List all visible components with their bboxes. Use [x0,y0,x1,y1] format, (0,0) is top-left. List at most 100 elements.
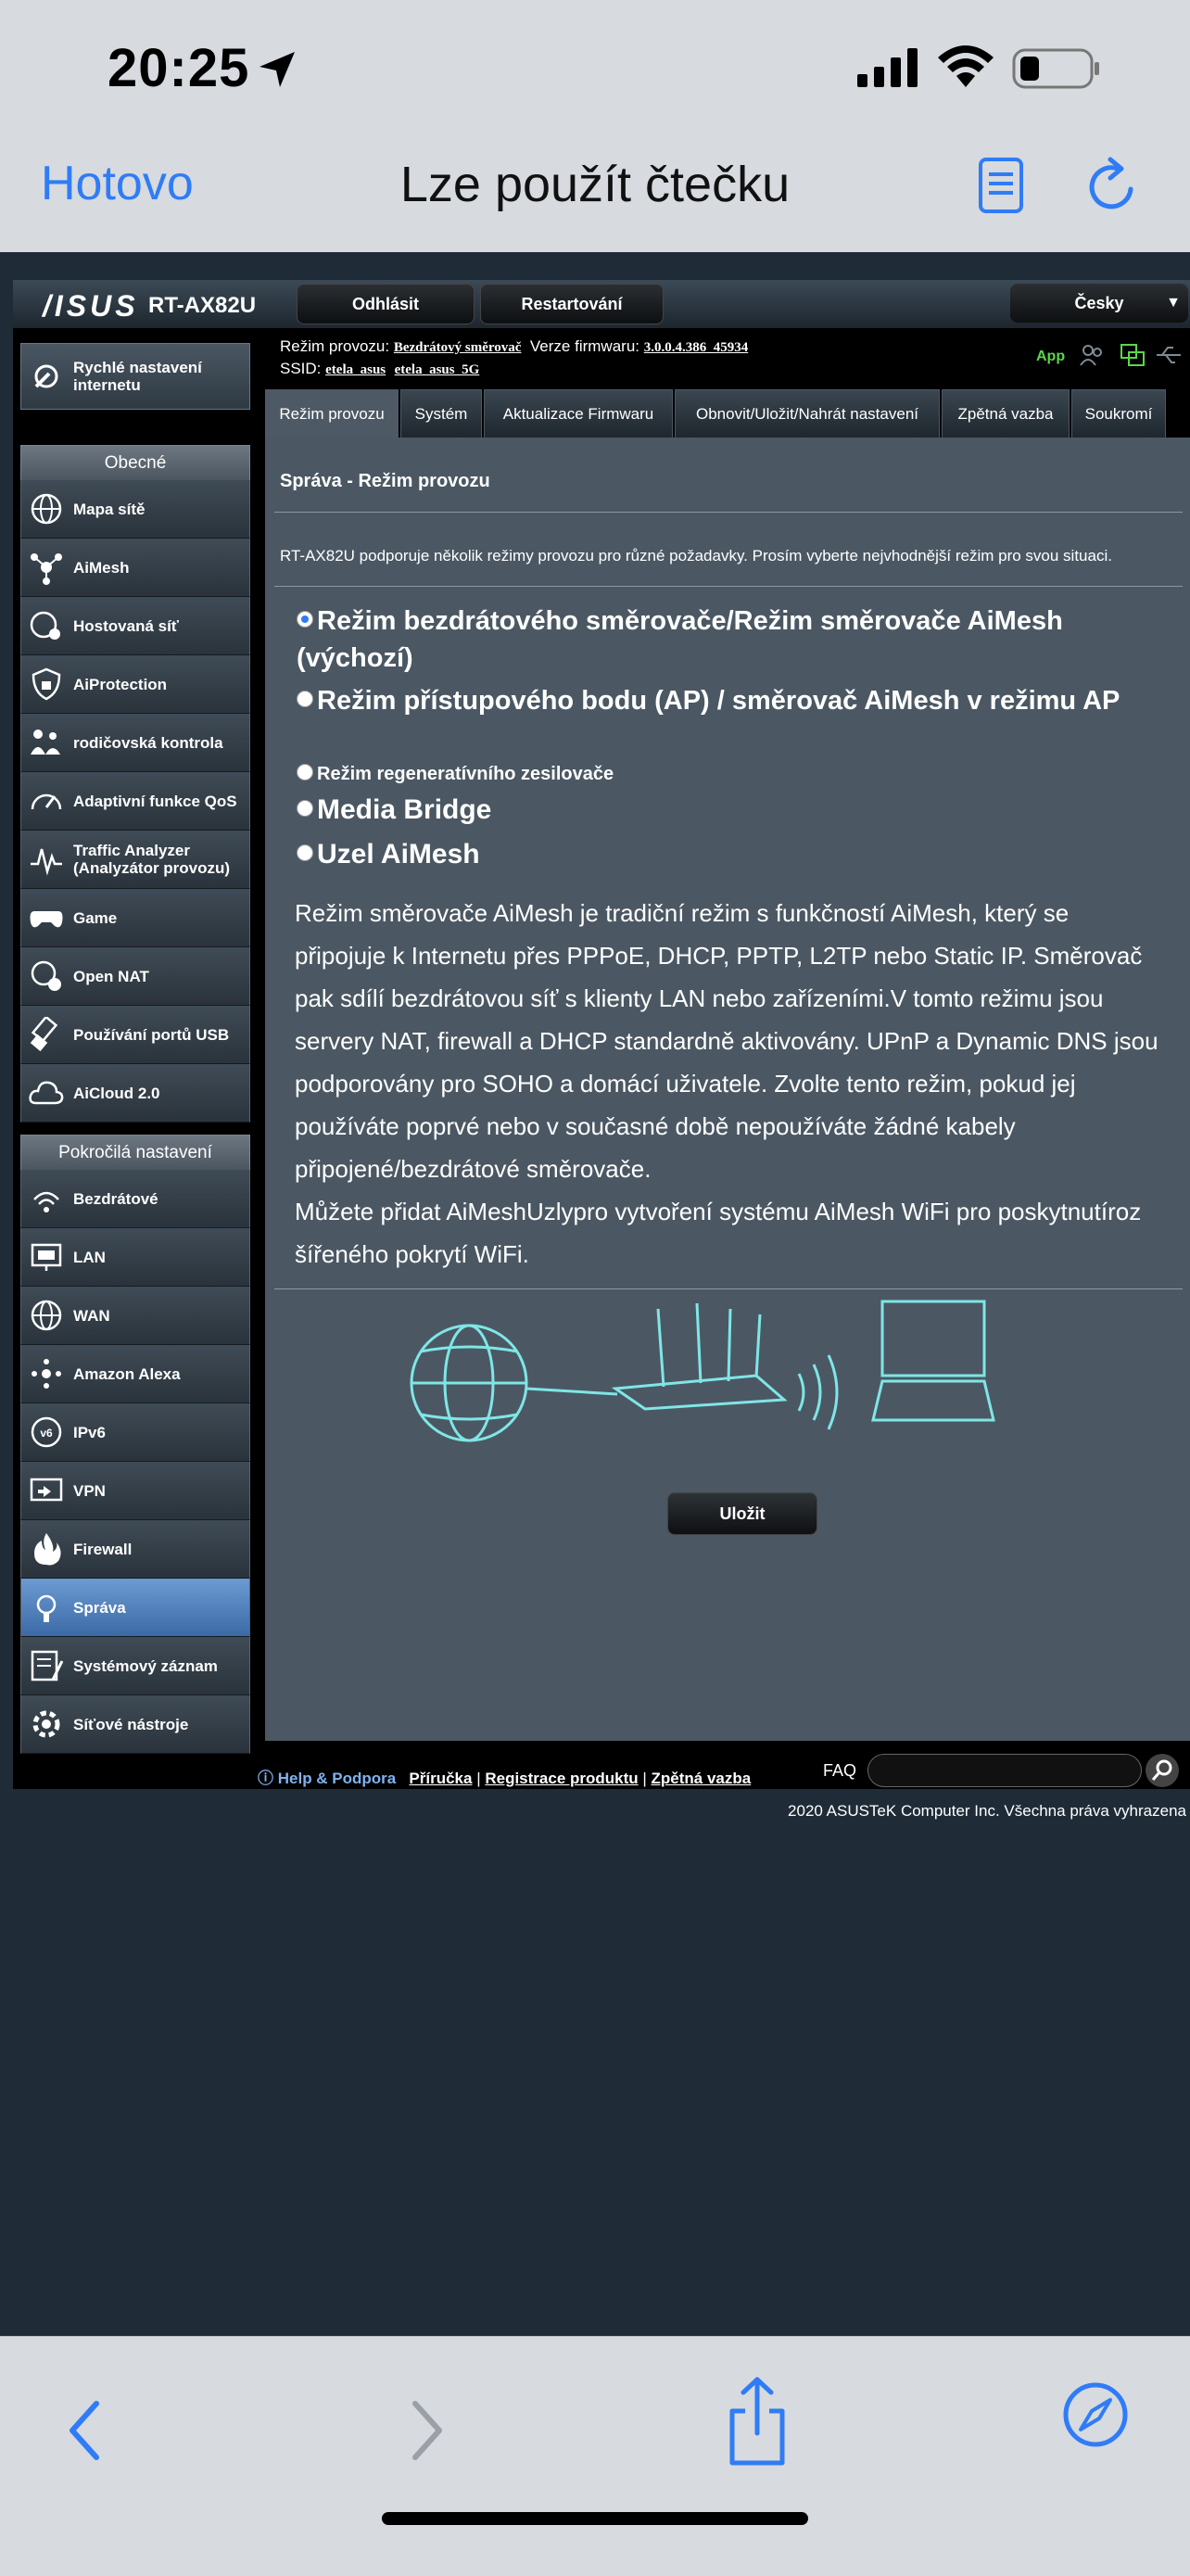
firmware-link[interactable]: 3.0.0.4.386_45934 [644,340,749,355]
reload-icon[interactable] [1084,154,1142,215]
radio-button[interactable] [297,691,313,708]
sidebar-item-parental-control[interactable]: rodičovská kontrola [20,714,250,772]
ssid-link-1[interactable]: etela_asus [325,362,386,377]
divider [274,586,1183,587]
sidebar-item-firewall[interactable]: Firewall [20,1520,250,1579]
sidebar-item-ipv6[interactable]: v6 IPv6 [20,1403,250,1462]
language-select[interactable]: Česky ▼ [1010,284,1188,323]
radio-button[interactable] [297,844,313,862]
radio-button-checked[interactable] [297,611,313,628]
faq-search-input[interactable] [867,1754,1142,1787]
sidebar-item-administration[interactable]: Správa [20,1579,250,1637]
tab-operation-mode[interactable]: Režim provozu [265,389,399,438]
option-repeater[interactable]: Režim regeneratívního zesilovače [297,760,1158,788]
tab-privacy[interactable]: Soukromí [1071,389,1166,438]
cellular-signal-icon [857,48,918,87]
tab-firmware-upgrade[interactable]: Aktualizace Firmwaru [484,389,673,438]
browser-toolbar [0,2336,1190,2576]
tab-restore-save-upload[interactable]: Obnovit/Uložit/Nahrát nastavení [675,389,940,438]
sidebar-item-amazon-alexa[interactable]: Amazon Alexa [20,1345,250,1403]
svg-text:v6: v6 [40,1427,53,1440]
sidebar-item-network-tools[interactable]: Síťové nástroje [20,1695,250,1754]
forward-icon[interactable] [404,2389,450,2472]
alexa-icon [32,1359,61,1389]
sidebar-header-general: Obecné [20,445,250,482]
main-panel: Správa - Režim provozu RT-AX82U podporuj… [265,438,1190,1741]
sidebar-item-open-nat[interactable]: Open NAT [20,947,250,1006]
asus-logo: /ISUS [43,289,139,323]
tab-system[interactable]: Systém [400,389,482,438]
usb-icon[interactable] [1155,343,1183,367]
mode-description: Režim směrovače AiMesh je tradiční režim… [295,892,1166,1275]
wireless-icon [33,1191,59,1212]
network-tools-icon [32,1710,60,1738]
sidebar-item-wireless[interactable]: Bezdrátové [20,1170,250,1228]
radio-button[interactable] [297,800,313,818]
feedback-link[interactable]: Zpětná vazba [652,1770,752,1787]
sidebar-item-system-log[interactable]: Systémový záznam [20,1637,250,1695]
network-illustration [410,1300,995,1442]
save-button[interactable]: Uložit [667,1492,817,1535]
sidebar-item-vpn[interactable]: VPN [20,1462,250,1520]
help-support-link[interactable]: ⓘ Help & Podpora [258,1770,396,1787]
search-icon [1151,1759,1172,1781]
wifi-icon [938,45,994,87]
logout-button[interactable]: Odhlásit [297,284,475,324]
sidebar-item-traffic-analyzer[interactable]: Traffic Analyzer (Analyzátor provozu) [20,831,250,889]
sidebar-item-network-map[interactable]: Mapa sítě [20,480,250,539]
administration-icon [36,1594,57,1622]
ssid-link-2[interactable]: etela_asus_5G [395,362,480,377]
app-link[interactable]: App [1036,349,1065,365]
network-status-icon[interactable] [1120,343,1146,367]
manual-link[interactable]: Příručka [409,1770,472,1787]
clients-icon[interactable] [1079,343,1105,367]
sidebar-item-guest-network[interactable]: Hostovaná síť [20,597,250,655]
quick-setup-button[interactable]: Rychlé nastavení internetu [20,343,250,410]
status-bar: 20:25 [0,0,1190,139]
compass-icon[interactable] [1062,2381,1129,2448]
sidebar-item-adaptive-qos[interactable]: Adaptivní funkce QoS [20,772,250,831]
firewall-icon [34,1533,61,1566]
option-aimesh-node[interactable]: Uzel AiMesh [297,834,1158,875]
browser-nav-bar: Hotovo Lze použít čtečku [0,139,1190,253]
sidebar-item-lan[interactable]: LAN [20,1228,250,1287]
globe-icon [31,493,62,525]
router-ui: /ISUS RT-AX82U Odhlásit Restartování Čes… [13,280,1190,1789]
gauge-icon [31,793,62,810]
gamepad-icon [30,911,63,928]
sidebar-item-game[interactable]: Game [20,889,250,947]
register-product-link[interactable]: Registrace produktu [485,1770,638,1787]
page-title: Správa - Režim provozu [280,471,490,491]
restart-button[interactable]: Restartování [480,284,664,324]
search-button[interactable] [1146,1754,1179,1787]
tab-feedback[interactable]: Zpětná vazba [942,389,1070,438]
divider [274,512,1183,513]
back-icon[interactable] [61,2389,108,2472]
sidebar-item-aicloud[interactable]: AiCloud 2.0 [20,1064,250,1123]
option-media-bridge[interactable]: Media Bridge [297,790,1158,831]
option-wireless-router[interactable]: Režim bezdrátového směrovače/Režim směro… [297,603,1158,677]
sidebar-item-aimesh[interactable]: AiMesh [20,539,250,597]
quick-setup-icon [34,364,58,388]
home-indicator [382,2512,808,2525]
faq-label: FAQ [823,1761,857,1780]
option-access-point[interactable]: Režim přístupového bodu (AP) / směrovač … [297,682,1158,719]
quick-setup-label: Rychlé nastavení internetu [73,359,202,394]
open-nat-icon [31,960,61,991]
mode-description-aimesh: Můžete přidat AiMeshUzlypro vytvoření sy… [295,1198,1142,1268]
reader-mode-icon[interactable] [977,156,1027,215]
ssid-info: SSID: etela_asus etela_asus_5G [280,360,480,377]
operation-mode-link[interactable]: Bezdrátový směrovač [394,340,522,355]
mode-description-text: Režim směrovače AiMesh je tradiční režim… [295,899,1158,1183]
sidebar-item-usb-application[interactable]: Používání portů USB [20,1006,250,1064]
sidebar-item-aiprotection[interactable]: AiProtection [20,655,250,714]
panel-description: RT-AX82U podporuje několik režimy provoz… [280,547,1112,565]
guest-network-icon [30,611,60,640]
system-log-icon [31,1650,64,1681]
share-icon[interactable] [725,2374,790,2470]
battery-icon [1012,48,1099,89]
usb-stick-icon [30,1017,58,1052]
sidebar-item-wan[interactable]: WAN [20,1287,250,1345]
radio-button[interactable] [297,763,313,780]
family-icon [31,730,60,755]
